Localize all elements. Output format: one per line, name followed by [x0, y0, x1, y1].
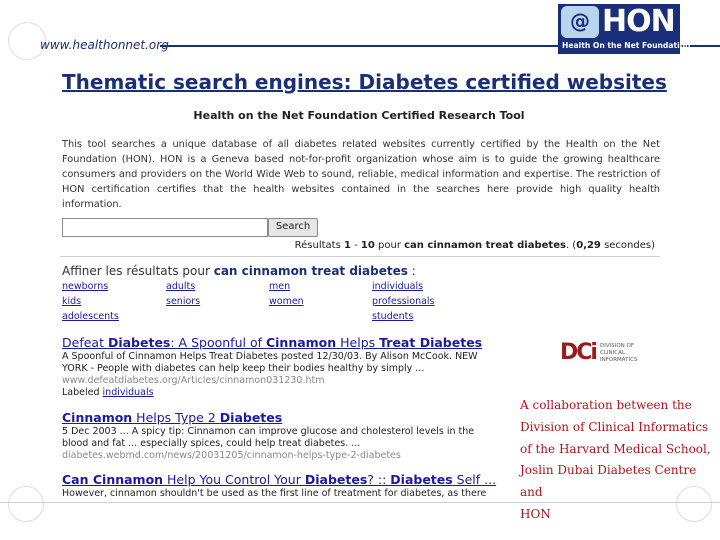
- search-result: Can Cinnamon Help You Control Your Diabe…: [62, 472, 496, 500]
- refine-tag-newborns[interactable]: newborns: [62, 281, 108, 292]
- collab-line: A collaboration between the: [520, 398, 692, 412]
- result-snippet: However, cinnamon shouldn't be used as t…: [62, 488, 487, 499]
- result-snippet: 5 Dec 2003 ... A spicy tip: Cinnamon can…: [62, 426, 475, 449]
- collab-line: Division of Clinical Informatics: [520, 419, 709, 434]
- dci-text: DIVISION OF CLINICAL INFORMATICS: [600, 343, 638, 363]
- page-title: Thematic search engines: Diabetes certif…: [62, 70, 667, 94]
- result-snippet: A Spoonful of Cinnamon Helps Treat Diabe…: [62, 351, 478, 374]
- result-url: diabetes.webmd.com/news/20031205/cinnamo…: [62, 450, 401, 461]
- result-title-link[interactable]: Defeat Diabetes: A Spoonful of Cinnamon …: [62, 335, 492, 350]
- result-label: Labeled individuals: [62, 387, 154, 398]
- collab-line: HON: [520, 506, 551, 521]
- tool-description: This tool searches a unique database of …: [62, 139, 660, 210]
- collaboration-note: A collaboration between the Division of …: [520, 395, 716, 526]
- dci-mark: DCi: [560, 340, 598, 365]
- collab-line: of the Harvard Medical School,: [520, 441, 711, 456]
- dci-logo: DCi DIVISION OF CLINICAL INFORMATICS: [560, 340, 660, 366]
- results-summary: Résultats 1 - 10 pour can cinnamon treat…: [294, 240, 655, 251]
- refine-tag-adolescents[interactable]: adolescents: [62, 311, 119, 322]
- refine-tag-men[interactable]: men: [269, 281, 290, 292]
- result-label-link[interactable]: individuals: [103, 387, 154, 398]
- decorative-circle: [8, 486, 44, 522]
- refine-tag-seniors[interactable]: seniors: [166, 296, 200, 307]
- at-icon: @: [561, 6, 599, 38]
- results-divider: [60, 256, 660, 257]
- search-result: Cinnamon Helps Type 2 Diabetes 5 Dec 200…: [62, 410, 492, 462]
- result-title-link[interactable]: Can Cinnamon Help You Control Your Diabe…: [62, 472, 496, 487]
- logo-subtitle: Health On the Net Foundation: [562, 41, 691, 50]
- search-input[interactable]: [62, 218, 268, 237]
- result-url: www.defeatdiabetes.org/Articles/cinnamon…: [62, 375, 325, 386]
- collab-line: Joslin Dubai Diabetes Centre and: [520, 463, 697, 500]
- hon-logo: @ HON Health On the Net Foundation: [558, 4, 690, 54]
- search-result: Defeat Diabetes: A Spoonful of Cinnamon …: [62, 335, 492, 399]
- site-url[interactable]: www.healthonnet.org: [40, 38, 169, 52]
- search-button[interactable]: Search: [268, 218, 318, 237]
- refine-heading: Affiner les résultats pour can cinnamon …: [62, 264, 416, 278]
- refine-tag-students[interactable]: students: [372, 311, 413, 322]
- tool-title: Health on the Net Foundation Certified R…: [193, 109, 525, 122]
- refine-tag-individuals[interactable]: individuals: [372, 281, 423, 292]
- logo-wordmark: HON: [602, 4, 676, 39]
- result-title-link[interactable]: Cinnamon Helps Type 2 Diabetes: [62, 410, 492, 425]
- refine-tag-kids[interactable]: kids: [62, 296, 81, 307]
- refine-tag-professionals[interactable]: professionals: [372, 296, 435, 307]
- refine-tag-women[interactable]: women: [269, 296, 304, 307]
- refine-tag-adults[interactable]: adults: [166, 281, 195, 292]
